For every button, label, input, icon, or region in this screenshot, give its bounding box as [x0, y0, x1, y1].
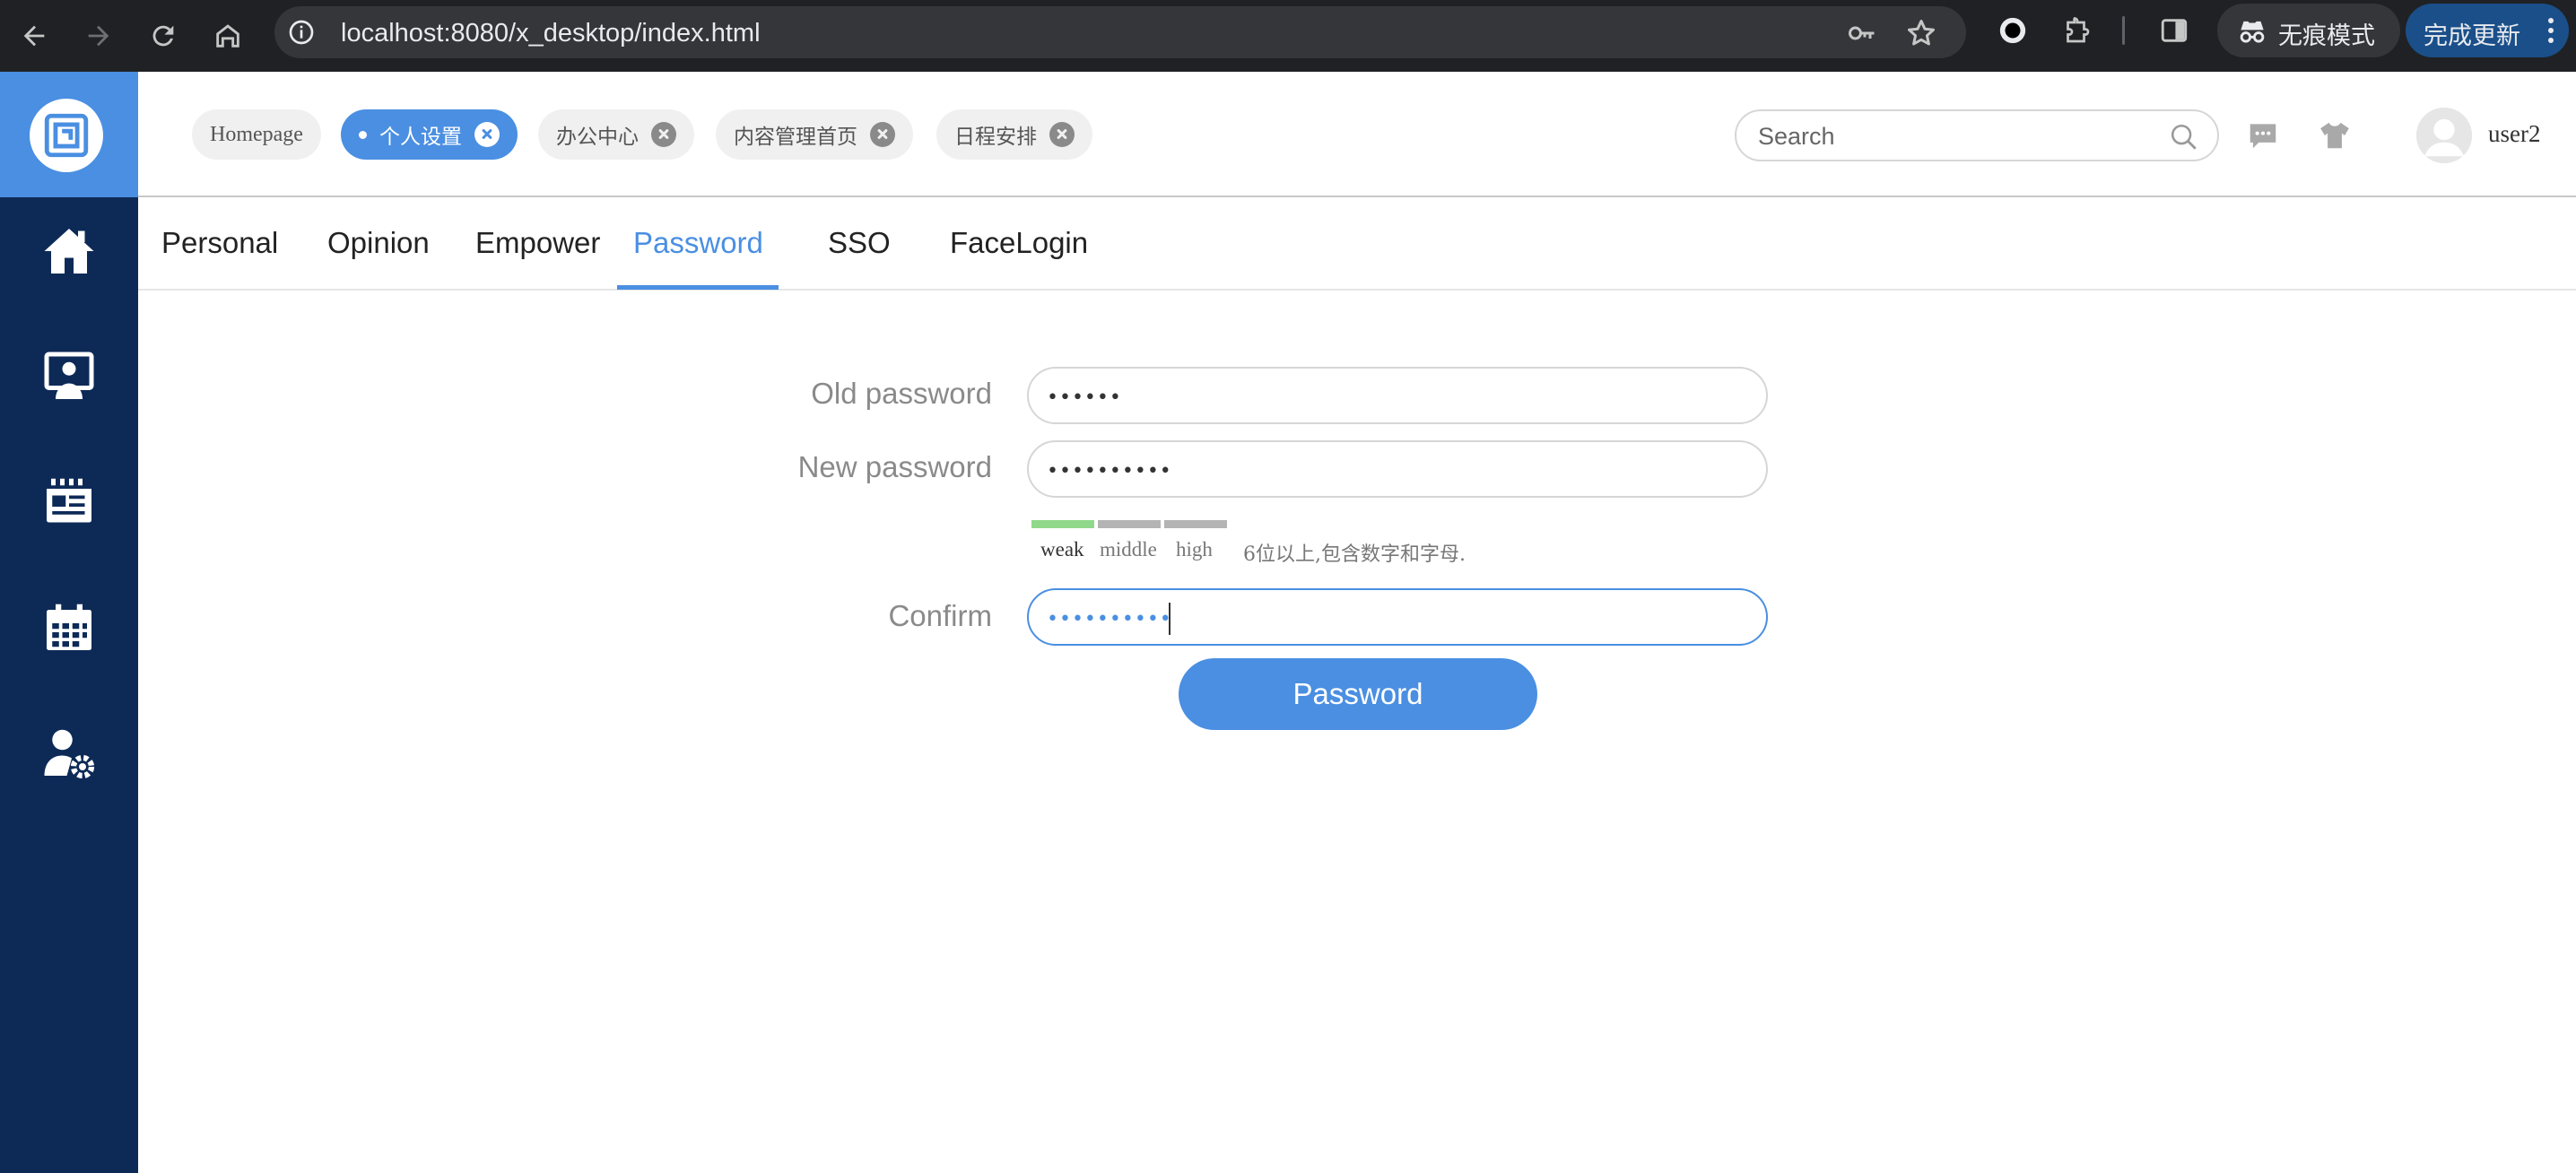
presenter-icon [44, 352, 94, 399]
confirm-label: Confirm [888, 599, 992, 632]
strength-bar-middle [1098, 520, 1161, 528]
tab-facelogin[interactable]: FaceLogin [950, 226, 1088, 260]
avatar[interactable] [2416, 108, 2472, 163]
info-icon[interactable] [287, 18, 316, 47]
close-icon[interactable] [474, 122, 500, 147]
close-icon[interactable] [1049, 122, 1075, 147]
skin-shirt-icon[interactable] [2318, 118, 2352, 152]
strength-bar-weak [1031, 520, 1094, 528]
search-icon[interactable] [2169, 122, 2199, 152]
incognito-badge[interactable]: 无痕模式 [2217, 4, 2400, 57]
incognito-label: 无痕模式 [2278, 22, 2375, 50]
sidebar-item-office[interactable] [0, 332, 138, 421]
logo-icon [44, 113, 89, 158]
active-dot [359, 130, 367, 139]
user-settings-icon [44, 729, 95, 779]
tab-label: 内容管理首页 [734, 126, 857, 149]
tab-sso[interactable]: SSO [828, 226, 891, 260]
tab-schedule[interactable]: 日程安排 [936, 109, 1092, 160]
tab-homepage[interactable]: Homepage [192, 109, 321, 160]
old-password-value: •••••• [1047, 387, 1122, 409]
forward-button[interactable] [75, 13, 122, 59]
sidebar-item-user-settings[interactable] [0, 708, 138, 798]
confirm-password-field[interactable]: •••••••••• [1027, 588, 1768, 646]
arrow-left-icon [23, 25, 45, 47]
home-icon [44, 229, 94, 274]
browser-toolbar: localhost:8080/x_desktop/index.html 无痕模式… [0, 0, 2576, 72]
arrow-right-icon [88, 25, 109, 47]
sidebar-item-content[interactable] [0, 457, 138, 547]
tab-personal[interactable]: Personal [161, 226, 278, 260]
settings-tabs: Personal Opinion Empower Password SSO Fa… [138, 199, 2576, 291]
reload-button[interactable] [140, 13, 187, 59]
key-icon[interactable] [1846, 17, 1878, 49]
message-icon[interactable] [2246, 118, 2280, 152]
extension-circle-icon[interactable] [1995, 13, 2031, 48]
toolbar-separator [2122, 16, 2125, 45]
sidebar-item-home[interactable] [0, 206, 138, 296]
strength-label-middle: middle [1100, 538, 1157, 560]
back-button[interactable] [11, 13, 57, 59]
app-logo[interactable] [30, 99, 103, 172]
home-icon [216, 24, 239, 48]
strength-label-high: high [1176, 538, 1213, 560]
address-bar[interactable]: localhost:8080/x_desktop/index.html [274, 6, 1966, 58]
star-icon[interactable] [1905, 17, 1937, 49]
search-input[interactable] [1758, 122, 2153, 151]
tab-password[interactable]: Password [633, 226, 763, 260]
top-header: Homepage 个人设置 办公中心 内容管理首页 日程安排 user2 [138, 72, 2576, 197]
user-avatar-icon [2416, 108, 2472, 163]
password-hint: 6位以上,包含数字和字母. [1243, 543, 1466, 566]
tab-label: 办公中心 [556, 126, 639, 149]
strength-label-weak: weak [1040, 538, 1084, 560]
tab-personal-settings[interactable]: 个人设置 [341, 109, 518, 160]
confirm-password-value: •••••••••• [1047, 608, 1172, 630]
tab-label: 日程安排 [954, 126, 1037, 149]
home-button[interactable] [205, 13, 251, 59]
new-password-field[interactable]: •••••••••• [1027, 440, 1768, 498]
change-password-button[interactable]: Password [1179, 658, 1537, 730]
update-label: 完成更新 [2424, 22, 2520, 50]
old-password-label: Old password [811, 377, 992, 410]
news-icon [47, 478, 91, 523]
strength-bar-high [1164, 520, 1227, 528]
tab-office-center[interactable]: 办公中心 [538, 109, 694, 160]
reload-icon [152, 25, 174, 47]
tab-label: Homepage [210, 122, 303, 146]
text-caret [1169, 603, 1171, 635]
logo-area [0, 72, 138, 197]
left-sidebar [0, 72, 138, 1173]
tab-opinion[interactable]: Opinion [327, 226, 430, 260]
new-password-value: •••••••••• [1047, 460, 1172, 482]
new-password-label: New password [797, 450, 992, 483]
username[interactable]: user2 [2488, 120, 2540, 148]
close-icon[interactable] [870, 122, 895, 147]
extensions-puzzle-icon[interactable] [2059, 13, 2095, 48]
update-button[interactable]: 完成更新 [2406, 4, 2569, 57]
tab-empower[interactable]: Empower [475, 226, 600, 260]
tab-label: 个人设置 [379, 126, 462, 149]
incognito-icon [2240, 21, 2265, 43]
side-panel-icon[interactable] [2156, 13, 2192, 48]
active-tab-underline [617, 285, 779, 290]
tab-content-management[interactable]: 内容管理首页 [716, 109, 913, 160]
url-text: localhost:8080/x_desktop/index.html [341, 19, 761, 48]
old-password-field[interactable]: •••••• [1027, 367, 1768, 424]
search-box[interactable] [1735, 109, 2219, 161]
close-icon[interactable] [651, 122, 676, 147]
more-vertical-icon [2548, 18, 2554, 43]
calendar-icon [47, 604, 91, 650]
sidebar-item-calendar[interactable] [0, 583, 138, 673]
